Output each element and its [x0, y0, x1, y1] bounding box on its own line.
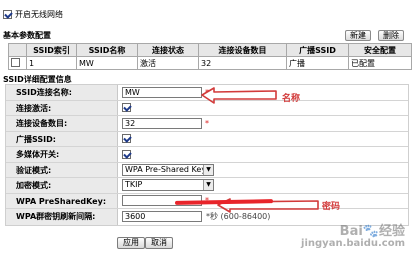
- col-device-count: 连接设备数目: [198, 43, 287, 57]
- encrypt-mode-value: TKIP: [125, 180, 143, 190]
- col-ssid-index: SSID索引: [26, 43, 77, 57]
- table-row[interactable]: 1 MW 激活 32 广播 已配置: [8, 56, 412, 70]
- col-select: [8, 43, 27, 57]
- rekey-input[interactable]: 3600: [122, 211, 202, 223]
- router-wireless-settings-page: 开启无线网络 基本参数配置 新建 删除 SSID索引 SSID名称 连接状态 连…: [0, 0, 417, 254]
- watermark-logo: Bai🐾经验 jingyan.baidu.com: [301, 224, 405, 250]
- cancel-button[interactable]: 取消: [145, 237, 173, 249]
- psk-label: WPA PreSharedKey:: [6, 193, 118, 208]
- form-row-encrypt-mode: 加密模式: TKIP ▼: [6, 178, 408, 194]
- row-select-cell[interactable]: [8, 56, 27, 70]
- watermark-line-2: jingyan.baidu.com: [301, 238, 405, 249]
- enable-wireless-label: 开启无线网络: [15, 9, 63, 19]
- watermark-line-1: Bai🐾经验: [339, 224, 405, 239]
- name-annotation-label: 名称: [282, 94, 301, 104]
- form-row-auth-mode: 验证模式: WPA Pre-Shared Key ▼: [6, 162, 408, 178]
- ssid-table-header: SSID索引 SSID名称 连接状态 连接设备数目 广播SSID 安全配置: [8, 43, 412, 57]
- col-ssid-name: SSID名称: [76, 43, 138, 57]
- encrypt-mode-select[interactable]: TKIP ▼: [122, 179, 214, 192]
- required-mark: *: [205, 118, 209, 128]
- form-row-rekey: WPA群密钥刷新间隔: 3600 *秒 (600-86400): [6, 209, 408, 225]
- delete-button[interactable]: 删除: [378, 30, 404, 41]
- basic-config-title: 基本参数配置: [3, 31, 51, 40]
- multimedia-checkbox[interactable]: [122, 149, 131, 159]
- cell-status: 激活: [137, 56, 199, 70]
- form-row-broadcast: 广播SSID:: [6, 131, 408, 147]
- cell-devices: 32: [198, 56, 287, 70]
- cell-broadcast: 广播: [286, 56, 349, 70]
- rekey-hint: *秒 (600-86400): [206, 212, 271, 222]
- device-count-label: 连接设备数目:: [6, 116, 118, 131]
- col-broadcast: 广播SSID: [286, 43, 349, 57]
- col-status: 连接状态: [137, 43, 199, 57]
- ssid-name-input[interactable]: MW: [122, 86, 202, 98]
- active-checkbox[interactable]: [122, 103, 131, 113]
- new-button[interactable]: 新建: [345, 30, 371, 41]
- cell-name: MW: [76, 56, 138, 70]
- cell-security: 已配置: [348, 56, 412, 70]
- apply-button[interactable]: 应用: [117, 237, 145, 249]
- auth-mode-value: WPA Pre-Shared Key: [125, 164, 207, 174]
- form-row-ssid-name: SSID连接名称: MW *: [6, 85, 408, 101]
- multimedia-label: 多媒体开关:: [6, 147, 118, 162]
- password-annotation-label: 密码: [322, 202, 341, 212]
- col-security: 安全配置: [348, 43, 412, 57]
- ssid-name-label: SSID连接名称:: [6, 85, 118, 100]
- enable-wireless-checkbox[interactable]: [3, 9, 12, 19]
- chevron-down-icon[interactable]: ▼: [203, 180, 213, 191]
- form-row-multimedia: 多媒体开关:: [6, 147, 408, 163]
- form-row-active: 连接激活:: [6, 100, 408, 116]
- auth-mode-label: 验证模式:: [6, 162, 118, 177]
- row-select-checkbox[interactable]: [11, 57, 20, 67]
- device-count-input[interactable]: 32: [122, 117, 202, 129]
- auth-mode-select[interactable]: WPA Pre-Shared Key ▼: [122, 163, 214, 176]
- ssid-table: SSID索引 SSID名称 连接状态 连接设备数目 广播SSID 安全配置 1 …: [8, 43, 412, 70]
- required-mark: *: [205, 87, 209, 97]
- cell-index: 1: [26, 56, 77, 70]
- rekey-label: WPA群密钥刷新间隔:: [6, 209, 118, 225]
- broadcast-label: 广播SSID:: [6, 131, 118, 146]
- form-row-device-count: 连接设备数目: 32 *: [6, 116, 408, 132]
- encrypt-mode-label: 加密模式:: [6, 178, 118, 193]
- active-label: 连接激活:: [6, 100, 118, 115]
- enable-wireless-row[interactable]: 开启无线网络: [3, 5, 63, 23]
- chevron-down-icon[interactable]: ▼: [203, 164, 213, 175]
- broadcast-checkbox[interactable]: [122, 134, 131, 144]
